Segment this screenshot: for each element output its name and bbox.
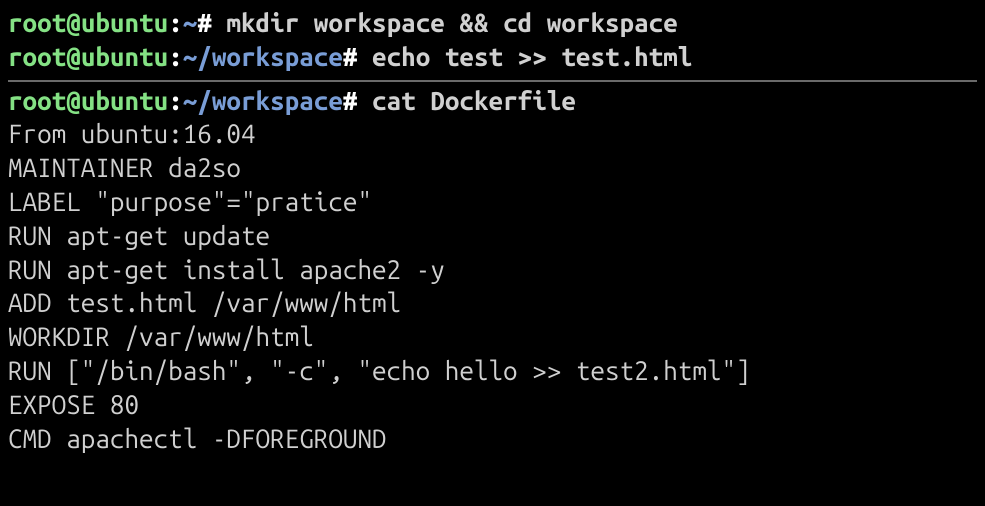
dockerfile-line-label: LABEL "purpose"="pratice" [8,185,977,219]
dockerfile-line-workdir: WORKDIR /var/www/html [8,320,977,354]
command-cat-text: cat Dockerfile [372,86,576,115]
prompt-user: root [8,86,66,115]
prompt-at: @ [66,86,81,115]
command-mkdir [212,8,227,37]
terminal-line-2[interactable]: root@ubuntu:~/workspace# echo test >> te… [8,40,977,74]
dockerfile-line-add: ADD test.html /var/www/html [8,286,977,320]
dockerfile-line-expose: EXPOSE 80 [8,388,977,422]
prompt-symbol: # [197,8,212,37]
prompt-user: root [8,42,66,71]
dockerfile-line-cmd: CMD apachectl -DFOREGROUND [8,422,977,456]
prompt-host: ubuntu [81,8,168,37]
prompt-colon: : [168,86,183,115]
prompt-path-workspace: ~/workspace [183,42,343,71]
command-echo [357,42,372,71]
prompt-at: @ [66,8,81,37]
prompt-colon: : [168,8,183,37]
terminal-line-3[interactable]: root@ubuntu:~/workspace# cat Dockerfile [8,84,977,118]
dockerfile-line-run-update: RUN apt-get update [8,219,977,253]
prompt-colon: : [168,42,183,71]
dockerfile-line-run-bash: RUN ["/bin/bash", "-c", "echo hello >> t… [8,354,977,388]
prompt-host: ubuntu [81,86,168,115]
command-cat [357,86,372,115]
prompt-host: ubuntu [81,42,168,71]
command-mkdir-text: mkdir workspace && cd workspace [226,8,677,37]
dockerfile-line-run-install: RUN apt-get install apache2 -y [8,253,977,287]
prompt-path-home: ~ [183,8,198,37]
command-echo-text: echo test >> test.html [372,42,692,71]
prompt-at: @ [66,42,81,71]
prompt-user: root [8,8,66,37]
terminal-line-1[interactable]: root@ubuntu:~# mkdir workspace && cd wor… [8,6,977,40]
prompt-symbol: # [343,86,358,115]
dockerfile-line-from: From ubuntu:16.04 [8,117,977,151]
prompt-path-workspace: ~/workspace [183,86,343,115]
section-divider [8,80,977,82]
prompt-symbol: # [343,42,358,71]
dockerfile-line-maintainer: MAINTAINER da2so [8,151,977,185]
